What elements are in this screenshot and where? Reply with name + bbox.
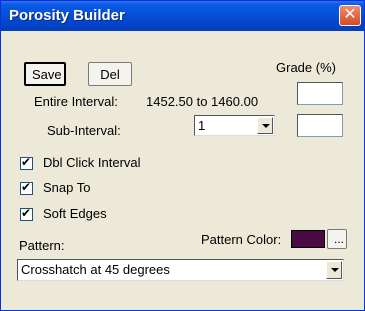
checkbox-icon[interactable] [20, 155, 33, 170]
title-bar[interactable]: Porosity Builder ✕ [1, 1, 364, 31]
checkbox-label: Soft Edges [43, 206, 107, 221]
sub-interval-label: Sub-Interval: [47, 123, 121, 138]
pattern-color-label: Pattern Color: [201, 232, 282, 247]
checkbox-label: Dbl Click Interval [43, 155, 141, 170]
window-title: Porosity Builder [9, 7, 125, 24]
entire-interval-label: Entire Interval: [34, 94, 118, 109]
pattern-color-swatch[interactable] [291, 230, 325, 248]
grade-input[interactable] [297, 82, 343, 105]
sub-interval-grade-input[interactable] [297, 114, 343, 137]
close-button[interactable]: ✕ [339, 5, 361, 26]
checkbox-icon[interactable] [20, 180, 33, 195]
sub-interval-select[interactable]: 1 [194, 115, 275, 136]
pattern-label: Pattern: [19, 238, 65, 253]
sub-interval-selected: 1 [198, 118, 206, 133]
close-icon: ✕ [343, 6, 357, 23]
grade-label: Grade (%) [276, 60, 336, 75]
checkbox-label: Snap To [43, 180, 91, 195]
pattern-select[interactable]: Crosshatch at 45 degrees [17, 259, 344, 281]
pattern-color-browse-button[interactable]: ... [327, 229, 347, 249]
chevron-down-icon[interactable] [326, 261, 342, 279]
save-button[interactable]: Save [24, 62, 66, 86]
porosity-builder-window: Porosity Builder ✕ Save Del Grade (%) En… [0, 0, 365, 311]
chevron-down-icon[interactable] [257, 117, 273, 134]
entire-interval-value: 1452.50 to 1460.00 [146, 94, 259, 109]
pattern-selected: Crosshatch at 45 degrees [21, 262, 170, 277]
checkbox-icon[interactable] [20, 206, 33, 221]
delete-button[interactable]: Del [88, 62, 132, 86]
